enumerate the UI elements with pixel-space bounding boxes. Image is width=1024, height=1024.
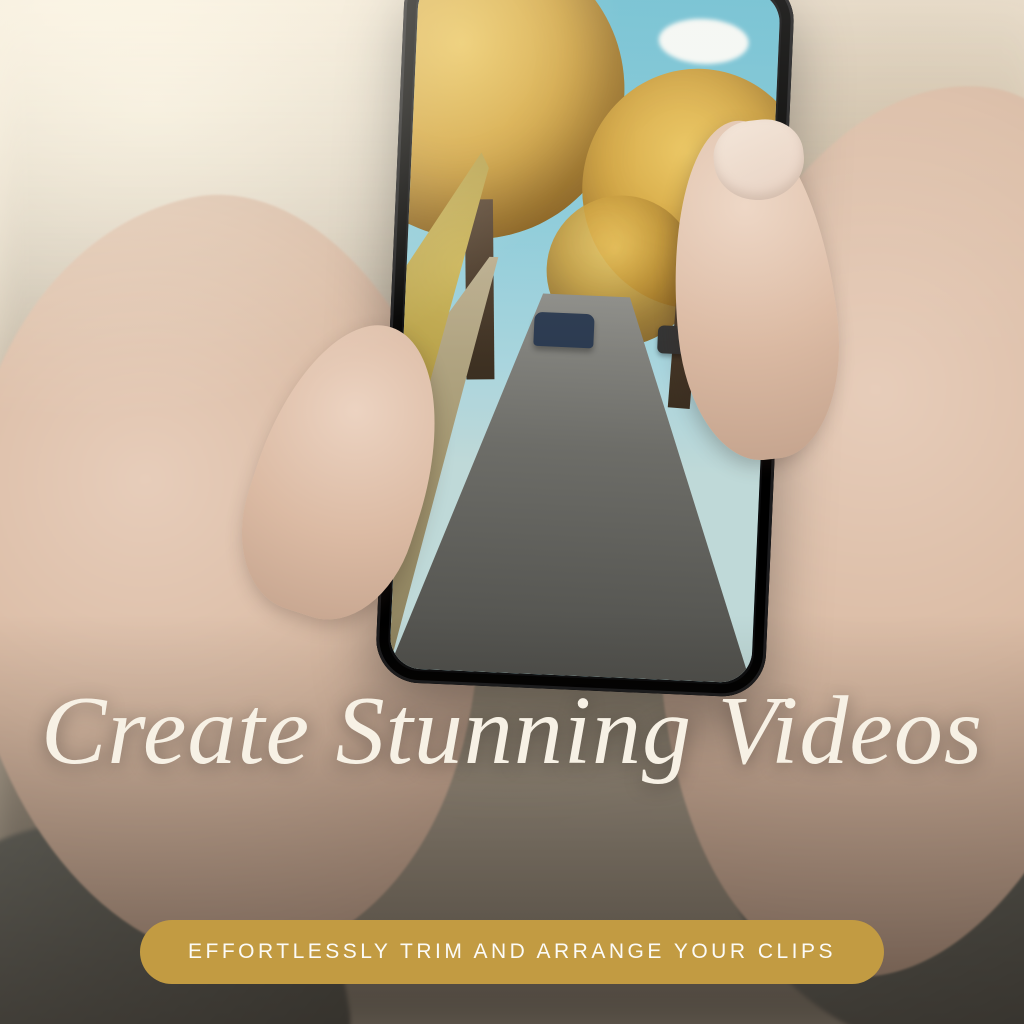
car-icon bbox=[533, 312, 594, 349]
headline-text: Create Stunning Videos bbox=[0, 680, 1024, 783]
promo-graphic: Create Stunning Videos EFFORTLESSLY TRIM… bbox=[0, 0, 1024, 1024]
subhead-pill: EFFORTLESSLY TRIM AND ARRANGE YOUR CLIPS bbox=[140, 920, 884, 984]
